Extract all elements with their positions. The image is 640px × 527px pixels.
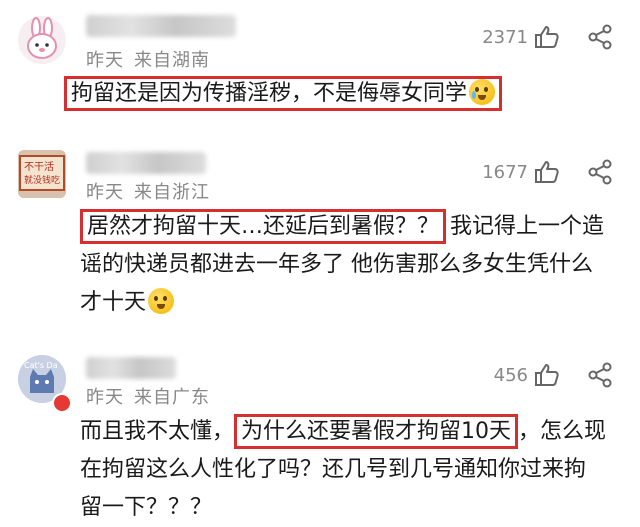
- share-icon[interactable]: [587, 159, 613, 185]
- comment-body: 居然才拘留十天…还延后到暑假？？ 我记得上一个造 谣的快递员都进去一年多了 他伤害…: [80, 208, 620, 322]
- username-blurred[interactable]: [86, 357, 176, 379]
- like-count: 1677: [482, 162, 528, 183]
- share-icon[interactable]: [587, 362, 613, 388]
- avatar-text-line1: 不干活: [24, 161, 54, 173]
- comment-time: 昨天: [86, 387, 124, 408]
- comment-location: 来自湖南: [134, 50, 210, 71]
- comment-meta: 昨天 来自广东: [86, 383, 220, 409]
- sign-avatar-icon: 不干活 就没钱吃: [18, 150, 66, 198]
- comment-line-1: 而且我不太懂， 为什么还要暑假才拘留10天 ，怎么现: [80, 413, 620, 451]
- thumbs-up-icon[interactable]: [534, 160, 560, 184]
- avatar[interactable]: 不干活 就没钱吃: [18, 150, 66, 198]
- highlight-content: 拘留还是因为传播淫秽，不是侮辱女同学: [71, 81, 468, 106]
- comment-meta: 昨天 来自湖南: [86, 46, 220, 72]
- comment-text: ，怎么现: [518, 419, 607, 444]
- username-blurred[interactable]: [86, 152, 206, 174]
- like-count: 2371: [482, 27, 528, 48]
- bunny-avatar-icon: [18, 16, 66, 64]
- username-blurred[interactable]: [86, 15, 236, 37]
- avatar-text-line2: 就没钱吃: [24, 174, 60, 186]
- comment-location: 来自浙江: [134, 182, 210, 203]
- avatar-text: Cat's Da: [24, 361, 58, 370]
- thinking-emoji-icon: [148, 288, 175, 314]
- comment-2: 不干活 就没钱吃 昨天 来自浙江 1677 居然才拘留十天…还延后到暑假？？ 我记得…: [0, 140, 640, 340]
- comment-1: 昨天 来自湖南 2371 拘留还是因为传播淫秽，不是侮辱女同学: [0, 0, 640, 130]
- share-icon[interactable]: [587, 24, 613, 50]
- avatar[interactable]: [18, 16, 66, 64]
- comment-line-3: 留一下？？？: [80, 495, 213, 520]
- comment-location: 来自广东: [134, 387, 210, 408]
- comment-text: 而且我不太懂，: [80, 419, 235, 444]
- comment-time: 昨天: [86, 50, 124, 71]
- comment-line-3: 才十天: [80, 284, 620, 322]
- like-count: 456: [493, 365, 528, 386]
- comment-text: 才十天: [80, 290, 147, 315]
- thumbs-up-icon[interactable]: [534, 25, 560, 49]
- highlighted-text: 居然才拘留十天…还延后到暑假？？: [80, 209, 447, 244]
- comment-line-1: 居然才拘留十天…还延后到暑假？？ 我记得上一个造: [80, 208, 620, 246]
- comment-line-2: 谣的快递员都进去一年多了 他伤害那么多女生凭什么: [80, 252, 593, 277]
- comment-time: 昨天: [86, 182, 124, 203]
- badge-icon: [52, 393, 72, 413]
- comment-text: 我记得上一个造: [450, 214, 605, 239]
- thumbs-up-icon[interactable]: [534, 363, 560, 387]
- highlighted-text: 拘留还是因为传播淫秽，不是侮辱女同学: [64, 76, 503, 111]
- highlighted-text: 为什么还要暑假才拘留10天: [234, 414, 519, 449]
- comment-line-2: 在拘留这么人性化了吗？还几号到几号通知你过来拘: [80, 457, 587, 482]
- crying-emoji-icon: [469, 79, 496, 105]
- comment-3: Cat's Da 昨天 来自广东 456 而且我不太懂， 为什么还要暑假才拘留10天…: [0, 345, 640, 527]
- comment-body: 拘留还是因为传播淫秽，不是侮辱女同学: [64, 75, 604, 113]
- comment-meta: 昨天 来自浙江: [86, 178, 220, 204]
- comment-body: 而且我不太懂， 为什么还要暑假才拘留10天 ，怎么现 在拘留这么人性化了吗？还几号到…: [80, 413, 620, 527]
